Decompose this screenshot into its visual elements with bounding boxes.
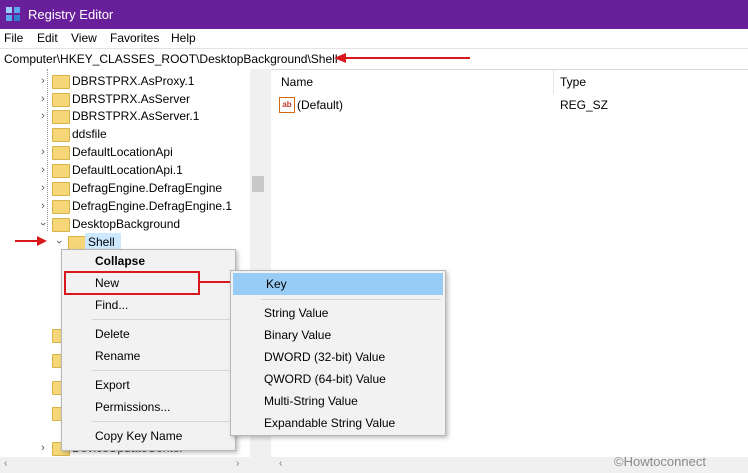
folder-icon [52, 200, 70, 214]
folder-icon [52, 75, 70, 89]
menu-item-delete[interactable]: Delete [62, 323, 235, 345]
watermark: ©Howtoconnect [614, 454, 706, 469]
menu-file[interactable]: File [4, 31, 23, 45]
chevron-right-icon[interactable]: › [38, 439, 48, 457]
folder-icon [52, 146, 70, 160]
folder-icon [52, 218, 70, 232]
menu-item-permissions[interactable]: Permissions... [62, 396, 235, 418]
scrollbar-thumb[interactable] [252, 176, 264, 192]
column-header-name[interactable]: Name [281, 69, 313, 95]
menu-item-collapse[interactable]: Collapse [62, 250, 235, 272]
chevron-right-icon[interactable]: › [38, 161, 48, 179]
title-bar: Registry Editor [0, 0, 748, 29]
submenu-item-qword-value[interactable]: QWORD (64-bit) Value [231, 368, 445, 390]
folder-icon [52, 182, 70, 196]
tree-item-label: DBRSTPRX.AsServer [72, 92, 191, 106]
column-divider[interactable] [553, 70, 554, 94]
scroll-right-icon[interactable]: › [236, 458, 239, 469]
tree-item-label: DesktopBackground [72, 217, 181, 231]
menu-separator [261, 299, 441, 300]
tree-item-label: DefragEngine.DefragEngine.1 [72, 199, 233, 213]
address-path[interactable]: Computer\HKEY_CLASSES_ROOT\DesktopBackgr… [4, 52, 338, 66]
folder-icon [52, 128, 70, 142]
tree-item-label: DefaultLocationApi.1 [72, 163, 183, 177]
tree-item-label: DefragEngine.DefragEngine [72, 181, 223, 195]
new-submenu: Key String Value Binary Value DWORD (32-… [230, 270, 446, 436]
scroll-left-icon[interactable]: ‹ [4, 458, 7, 469]
submenu-item-key[interactable]: Key [233, 273, 443, 295]
tree-item-label: DefaultLocationApi [72, 145, 173, 159]
menu-favorites[interactable]: Favorites [110, 31, 159, 45]
chevron-right-icon[interactable]: › [38, 107, 48, 125]
annotation-arrowhead-address [334, 53, 346, 63]
annotation-arrow-address [346, 57, 470, 59]
menu-item-rename[interactable]: Rename [62, 345, 235, 367]
annotation-box-new [64, 271, 200, 295]
folder-icon [52, 164, 70, 178]
menu-separator [92, 370, 230, 371]
submenu-item-binary-value[interactable]: Binary Value [231, 324, 445, 346]
chevron-right-icon[interactable]: › [38, 179, 48, 197]
folder-icon [52, 110, 70, 124]
menu-help[interactable]: Help [171, 31, 196, 45]
window-title: Registry Editor [28, 7, 114, 22]
menu-separator [92, 319, 230, 320]
tree-horizontal-scrollbar[interactable]: ‹ › [0, 457, 266, 473]
submenu-item-multi-string-value[interactable]: Multi-String Value [231, 390, 445, 412]
chevron-right-icon[interactable]: › [38, 197, 48, 215]
scroll-left-icon[interactable]: ‹ [279, 458, 282, 469]
tree-item-label: DBRSTPRX.AsServer.1 [72, 109, 200, 123]
submenu-item-string-value[interactable]: String Value [231, 302, 445, 324]
menu-item-copy-key-name[interactable]: Copy Key Name [62, 425, 235, 447]
chevron-right-icon[interactable]: › [38, 72, 48, 90]
tree-item-label: ddsfile [72, 127, 107, 141]
chevron-right-icon[interactable]: › [38, 143, 48, 161]
annotation-arrowhead-shell [37, 236, 47, 246]
menu-bar: File Edit View Favorites Help [0, 29, 748, 48]
value-name[interactable]: (Default) [297, 97, 343, 113]
folder-icon [52, 93, 70, 107]
submenu-item-expandable-string-value[interactable]: Expandable String Value [231, 412, 445, 434]
column-header-type[interactable]: Type [560, 69, 586, 95]
registry-editor-icon [6, 7, 20, 21]
chevron-right-icon[interactable]: › [38, 90, 48, 108]
value-type: REG_SZ [560, 98, 609, 112]
menu-item-export[interactable]: Export [62, 374, 235, 396]
chevron-down-icon[interactable]: › [50, 237, 68, 247]
submenu-item-dword-value[interactable]: DWORD (32-bit) Value [231, 346, 445, 368]
menu-edit[interactable]: Edit [37, 31, 58, 45]
annotation-arrow-shell [15, 240, 37, 242]
menu-separator [92, 421, 230, 422]
menu-view[interactable]: View [71, 31, 97, 45]
string-value-icon: ab [279, 97, 295, 113]
address-bar[interactable]: Computer\HKEY_CLASSES_ROOT\DesktopBackgr… [0, 48, 748, 70]
menu-item-find[interactable]: Find... [62, 294, 235, 316]
chevron-down-icon[interactable]: › [34, 219, 52, 229]
tree-item-label: DBRSTPRX.AsProxy.1 [72, 74, 195, 88]
folder-icon [68, 236, 86, 250]
